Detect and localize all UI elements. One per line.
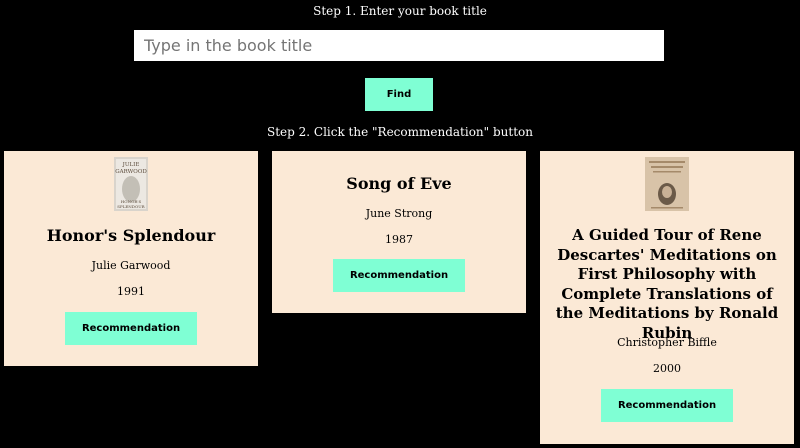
find-button[interactable]: Find — [365, 78, 433, 111]
book-year: 1991 — [117, 285, 145, 298]
recommendation-button[interactable]: Recommendation — [65, 312, 197, 345]
step2-label: Step 2. Click the "Recommendation" butto… — [266, 125, 533, 139]
book-year: 1987 — [385, 233, 413, 246]
svg-text:SPLENDOUR: SPLENDOUR — [117, 204, 145, 209]
book-author: June Strong — [365, 207, 433, 220]
book-title: Song of Eve — [346, 174, 452, 193]
book-title-input[interactable] — [134, 30, 664, 61]
svg-text:GARWOOD: GARWOOD — [115, 169, 147, 175]
book-card: Song of Eve June Strong 1987 Recommendat… — [272, 151, 526, 313]
step1-label: Step 1. Enter your book title — [313, 4, 487, 18]
book-title: A Guided Tour of Rene Descartes' Meditat… — [555, 226, 779, 342]
book-card: JULIE GARWOOD HONOR'S SPLENDOUR Honor's … — [4, 151, 258, 366]
book-cover-image — [645, 157, 689, 215]
svg-text:JULIE: JULIE — [122, 162, 140, 168]
recommendation-button[interactable]: Recommendation — [601, 389, 733, 422]
book-cover-image: JULIE GARWOOD HONOR'S SPLENDOUR — [114, 157, 148, 215]
page: Step 1. Enter your book title Find Step … — [0, 0, 800, 448]
book-author: Julie Garwood — [91, 259, 171, 272]
book-author: Christopher Biffle — [617, 336, 717, 349]
book-card: A Guided Tour of Rene Descartes' Meditat… — [540, 151, 794, 444]
book-title: Honor's Splendour — [46, 226, 216, 245]
recommendation-button[interactable]: Recommendation — [333, 259, 465, 292]
book-year: 2000 — [653, 362, 681, 375]
